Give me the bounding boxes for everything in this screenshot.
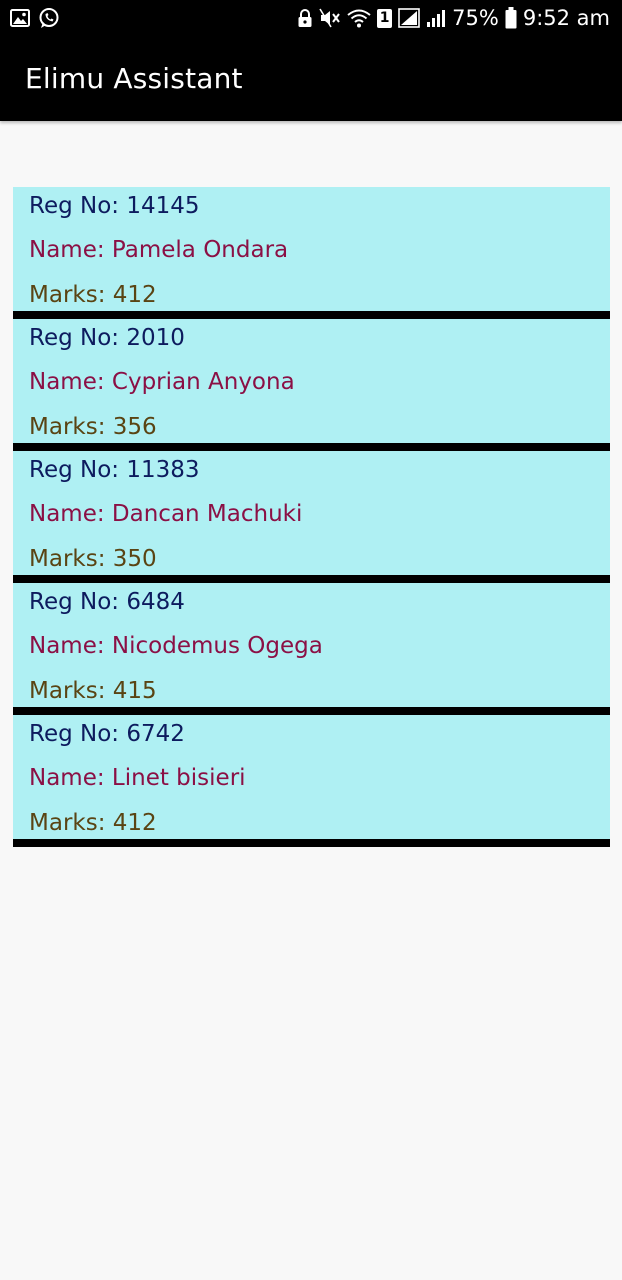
image-icon <box>10 9 30 27</box>
list-item[interactable]: Reg No: 2010 Name: Cyprian Anyona Marks:… <box>13 319 610 451</box>
reg-number: Reg No: 11383 <box>29 457 200 483</box>
lock-icon <box>297 8 313 28</box>
battery-icon <box>505 7 517 29</box>
student-name: Name: Pamela Ondara <box>29 237 289 263</box>
student-name: Name: Nicodemus Ogega <box>29 633 323 659</box>
list-item[interactable]: Reg No: 14145 Name: Pamela Ondara Marks:… <box>13 187 610 319</box>
student-name: Name: Cyprian Anyona <box>29 369 295 395</box>
student-marks: Marks: 350 <box>29 546 157 572</box>
wifi-icon <box>347 8 371 28</box>
student-marks: Marks: 356 <box>29 414 157 440</box>
reg-number: Reg No: 6742 <box>29 721 185 747</box>
signal-icon <box>398 8 420 28</box>
student-marks: Marks: 412 <box>29 810 157 836</box>
reg-number: Reg No: 6484 <box>29 589 185 615</box>
student-marks: Marks: 412 <box>29 282 157 308</box>
clock: 9:52 am <box>522 6 610 30</box>
status-bar: 1 75% 9:52 am <box>0 0 622 36</box>
sim-icon: 1 <box>377 8 393 28</box>
status-right: 1 75% 9:52 am <box>297 0 610 36</box>
student-list: Reg No: 14145 Name: Pamela Ondara Marks:… <box>13 187 610 847</box>
app-bar: Elimu Assistant <box>0 36 622 121</box>
signal-icon <box>426 8 446 28</box>
list-item[interactable]: Reg No: 6742 Name: Linet bisieri Marks: … <box>13 715 610 847</box>
mute-icon <box>319 8 341 28</box>
status-left <box>10 0 60 36</box>
student-name: Name: Dancan Machuki <box>29 501 303 527</box>
whatsapp-icon <box>38 7 60 29</box>
battery-percent: 75% <box>452 6 499 30</box>
list-item[interactable]: Reg No: 11383 Name: Dancan Machuki Marks… <box>13 451 610 583</box>
list-item[interactable]: Reg No: 6484 Name: Nicodemus Ogega Marks… <box>13 583 610 715</box>
reg-number: Reg No: 14145 <box>29 193 200 219</box>
student-name: Name: Linet bisieri <box>29 765 246 791</box>
app-title: Elimu Assistant <box>25 62 243 95</box>
reg-number: Reg No: 2010 <box>29 325 185 351</box>
student-marks: Marks: 415 <box>29 678 157 704</box>
